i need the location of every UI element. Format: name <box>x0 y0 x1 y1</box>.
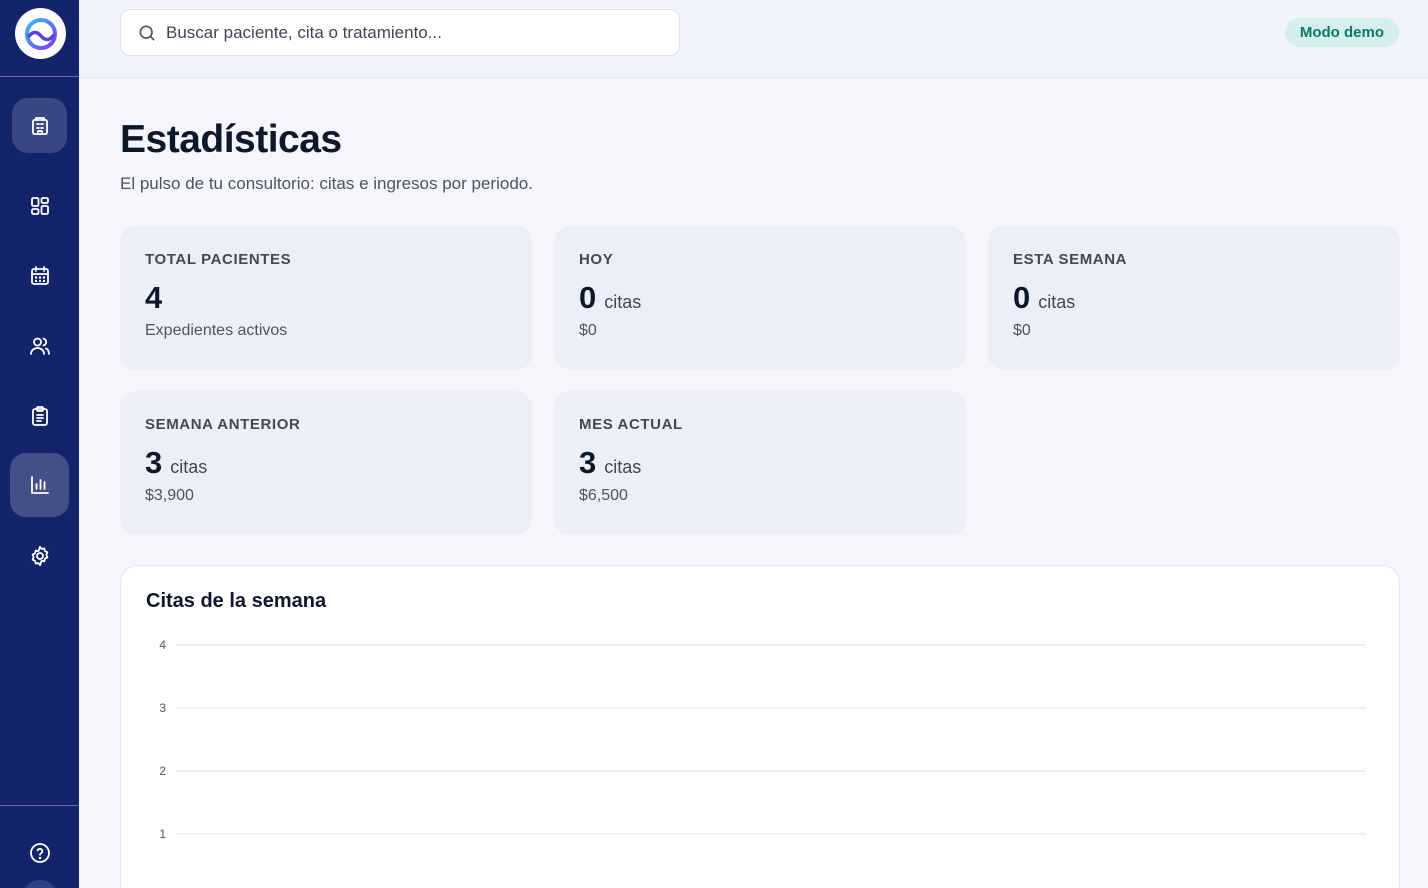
avatar[interactable] <box>22 880 58 888</box>
stat-value: 0 <box>579 280 597 315</box>
stat-label: HOY <box>579 251 614 268</box>
sidebar-item-dashboard[interactable] <box>12 178 67 233</box>
search-box[interactable] <box>120 9 680 56</box>
stat-label: MES ACTUAL <box>579 416 683 433</box>
stat-subtext: Expedientes activos <box>145 322 288 339</box>
stat-label: TOTAL PACIENTES <box>145 251 292 268</box>
stat-value: 0 <box>1013 280 1031 315</box>
sidebar-item-patients[interactable] <box>12 318 67 373</box>
y-tick-label: 1 <box>159 827 166 841</box>
sidebar-item-records[interactable] <box>12 388 67 443</box>
stat-subtext: $0 <box>579 322 597 339</box>
stat-card-today: HOY 0 citas $0 <box>554 226 966 370</box>
stat-unit: citas <box>170 457 208 477</box>
y-tick-label: 3 <box>159 701 166 715</box>
clinic-icon <box>31 116 48 135</box>
app-logo[interactable] <box>15 8 66 59</box>
page-title: Estadísticas <box>120 118 342 161</box>
gear-icon <box>31 545 48 566</box>
stat-subtext: $6,500 <box>579 487 628 504</box>
sidebar-item-statistics[interactable] <box>10 453 69 517</box>
sidebar-item-settings[interactable] <box>12 528 67 583</box>
sidebar-divider-bottom <box>0 805 79 806</box>
help-circle-icon <box>29 842 50 863</box>
stat-value: 3 <box>145 445 163 480</box>
sidebar-item-clinic[interactable] <box>12 98 67 153</box>
sidebar-divider-top <box>0 76 79 77</box>
y-tick-label: 2 <box>159 764 166 778</box>
search-icon <box>139 25 155 41</box>
stat-subtext: $3,900 <box>145 487 194 504</box>
stat-unit: citas <box>604 457 642 477</box>
sidebar <box>0 0 79 888</box>
sidebar-item-calendar[interactable] <box>12 248 67 303</box>
weekly-appointments-chart-card: Citas de la semana 4321 <box>120 565 1400 888</box>
stat-label: SEMANA ANTERIOR <box>145 416 301 433</box>
weekly-appointments-chart: 4 3 2 1 <box>159 638 1366 841</box>
logo-icon <box>24 17 57 50</box>
stat-card-current-month: MES ACTUAL 3 citas $6,500 <box>554 391 966 535</box>
dashboard-icon <box>30 196 49 215</box>
stat-unit: citas <box>1038 292 1076 312</box>
page-subtitle: El pulso de tu consultorio: citas e ingr… <box>120 174 533 193</box>
stat-value: 4 <box>145 280 163 315</box>
stat-card-this-week: ESTA SEMANA 0 citas $0 <box>988 226 1400 370</box>
stat-unit: citas <box>604 292 642 312</box>
search-input[interactable] <box>166 22 646 43</box>
stat-label: ESTA SEMANA <box>1013 251 1128 268</box>
stat-value: 3 <box>579 445 597 480</box>
stat-card-previous-week: SEMANA ANTERIOR 3 citas $3,900 <box>120 391 532 535</box>
clipboard-icon <box>31 405 48 426</box>
users-icon <box>29 337 50 355</box>
demo-mode-badge[interactable]: Modo demo <box>1284 18 1399 47</box>
y-tick-label: 4 <box>159 638 166 652</box>
sidebar-item-help[interactable] <box>12 825 67 880</box>
topbar: Modo demo <box>79 0 1428 78</box>
stat-subtext: $0 <box>1013 322 1031 339</box>
calendar-icon <box>30 265 49 285</box>
stat-card-total-patients: TOTAL PACIENTES 4 Expedientes activos <box>120 226 532 370</box>
bar-chart-icon <box>30 476 49 494</box>
